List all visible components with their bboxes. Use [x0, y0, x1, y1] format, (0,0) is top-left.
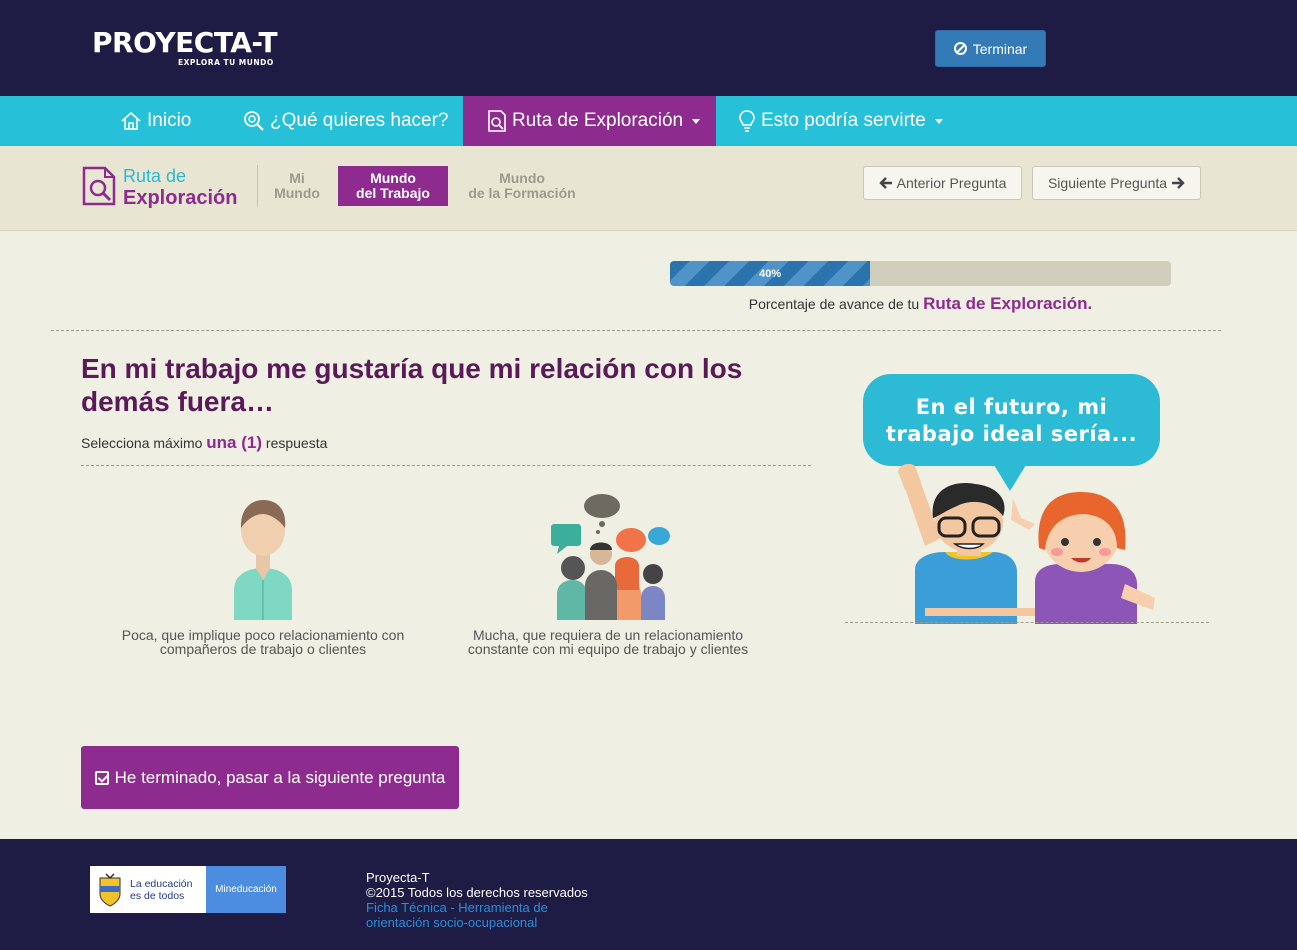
footer-line1: Proyecta-T — [366, 870, 430, 885]
logo-left-line2: es de todos — [130, 889, 185, 902]
nav-item-label: Inicio — [147, 110, 192, 131]
nav-item-ruta-exploracion[interactable]: Ruta de Exploración — [463, 96, 716, 146]
group-people-icon — [551, 494, 670, 620]
single-person-icon — [234, 500, 292, 620]
step-mi-mundo[interactable]: Mi Mundo — [265, 166, 329, 206]
bubble-line2: trabajo ideal sería... — [885, 422, 1138, 446]
answer-option-poca[interactable]: Poca, que implique poco relacionamiento … — [113, 494, 413, 656]
mineducacion-logo-left: La educación es de todos — [90, 866, 206, 913]
progress-fill: 40% — [670, 261, 871, 286]
speech-bubble: En el futuro, mi trabajo ideal sería... — [863, 374, 1160, 466]
step-mundo-formacion[interactable]: Mundo de la Formación — [458, 166, 586, 206]
main-nav: Inicio ¿Qué quieres hacer? Ruta de Explo… — [0, 96, 1297, 146]
logo-text: PROYECTA-T — [92, 26, 278, 59]
progress-bar: 40% — [670, 261, 1171, 286]
question-instruction: Selecciona máximo una (1) respuesta — [81, 433, 327, 453]
divider — [51, 330, 1221, 331]
instruction-prefix: Selecciona máximo — [81, 435, 203, 451]
exploration-subheader: Ruta de Exploración Mi Mundo Mundo del T… — [0, 146, 1297, 231]
step-label-line2: Mundo — [274, 185, 320, 201]
nav-item-esto-podria-servirte[interactable]: Esto podría servirte — [738, 96, 943, 146]
document-search-icon — [488, 110, 506, 132]
step-label-line2: de la Formación — [468, 185, 576, 201]
nav-item-label: Ruta de Exploración — [512, 110, 684, 131]
logo-left-line1: La educación — [130, 877, 193, 890]
progress-caption: Porcentaje de avance de tu Ruta de Explo… — [670, 294, 1171, 314]
step-label-line1: Mi — [289, 170, 305, 186]
nav-item-inicio[interactable]: Inicio — [120, 96, 191, 146]
step-mundo-del-trabajo[interactable]: Mundo del Trabajo — [338, 166, 448, 206]
next-question-label: Siguiente Pregunta — [1047, 175, 1168, 191]
arrow-left-icon — [878, 177, 892, 189]
option-label: Poca, que implique poco relacionamiento … — [121, 627, 405, 657]
terminar-button[interactable]: Terminar — [935, 30, 1046, 67]
divider — [257, 165, 258, 207]
progress-caption-strong: Ruta de Exploración. — [923, 294, 1093, 313]
divider — [81, 465, 811, 466]
chevron-down-icon — [692, 118, 701, 124]
footer-text: Proyecta-T ©2015 Todos los derechos rese… — [366, 870, 588, 930]
previous-question-label: Anterior Pregunta — [896, 175, 1007, 191]
footer: La educación es de todos Mineducación Pr… — [0, 839, 1297, 950]
next-question-submit-button[interactable]: He terminado, pasar a la siguiente pregu… — [81, 746, 459, 809]
previous-question-button[interactable]: Anterior Pregunta — [863, 166, 1022, 200]
logo-right: Mineducación — [206, 866, 286, 913]
section-title-line1: Ruta de — [123, 166, 187, 186]
instruction-strong: una (1) — [206, 433, 263, 452]
next-question-button[interactable]: Siguiente Pregunta — [1032, 166, 1201, 200]
nav-item-que-quieres-hacer[interactable]: ¿Qué quieres hacer? — [243, 96, 449, 146]
chevron-down-icon — [934, 118, 943, 124]
step-label-line1: Mundo — [370, 170, 416, 186]
ficha-tecnica-link-cont[interactable]: orientación socio-ocupacional — [366, 915, 588, 930]
progress-label: 40% — [759, 267, 782, 280]
divider — [845, 622, 1209, 623]
document-search-icon — [82, 166, 116, 206]
mineducacion-logo[interactable]: La educación es de todos Mineducación — [90, 866, 286, 913]
instruction-suffix: respuesta — [265, 435, 328, 451]
arrow-right-icon — [1172, 177, 1185, 189]
bubble-line1: En el futuro, mi — [915, 395, 1108, 419]
step-label-line2: del Trabajo — [356, 185, 430, 201]
search-icon — [244, 111, 264, 131]
ban-icon — [953, 42, 967, 55]
logo-tagline: EXPLORA TU MUNDO — [178, 58, 274, 67]
section-title-line2: Exploración — [123, 187, 238, 209]
kids-illustration — [898, 463, 1155, 624]
ficha-tecnica-link[interactable]: Ficha Técnica - Herramienta de — [366, 900, 588, 915]
terminar-label: Terminar — [972, 40, 1028, 57]
cta-label: He terminado, pasar a la siguiente pregu… — [114, 767, 446, 787]
proyecta-t-logo[interactable]: PROYECTA-T EXPLORA TU MUNDO — [92, 28, 322, 70]
footer-line2: ©2015 Todos los derechos reservados — [366, 885, 588, 900]
colombia-coat-of-arms-icon — [99, 872, 121, 907]
lightbulb-icon — [739, 110, 755, 132]
answer-option-mucha[interactable]: Mucha, que requiera de un relacionamient… — [458, 494, 758, 656]
progress-caption-text: Porcentaje de avance de tu — [748, 296, 920, 312]
home-icon — [121, 111, 141, 130]
option-label: Mucha, que requiera de un relacionamient… — [467, 627, 749, 657]
step-label-line1: Mundo — [499, 170, 545, 186]
nav-item-label: ¿Qué quieres hacer? — [270, 110, 449, 131]
header: PROYECTA-T EXPLORA TU MUNDO Terminar — [0, 0, 1297, 96]
nav-item-label: Esto podría servirte — [761, 110, 926, 131]
check-square-icon — [94, 770, 109, 785]
question-title: En mi trabajo me gustaría que mi relació… — [81, 353, 743, 417]
